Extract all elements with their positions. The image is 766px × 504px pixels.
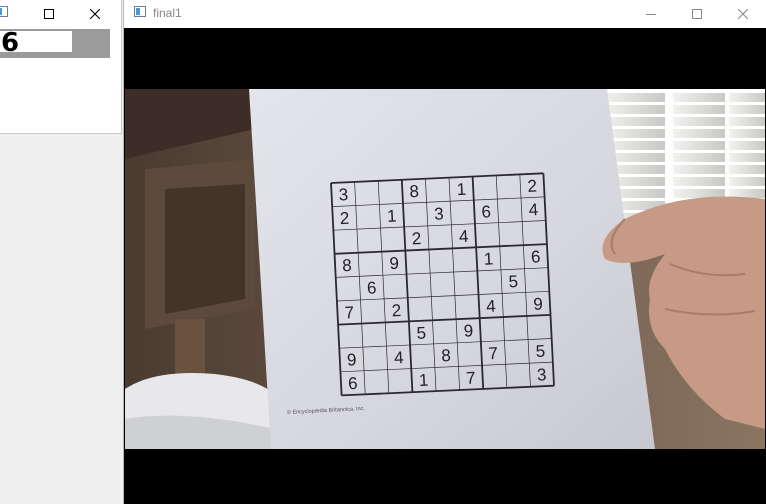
app-window-icon — [134, 6, 146, 17]
sudoku-digit: 7 — [344, 303, 354, 322]
digit-preview-window: 6 — [0, 0, 122, 134]
sudoku-digit: 5 — [535, 342, 545, 361]
camera-scene: 3 8 1 22 1 3 6 42 48 9 1 66 57 2 4 95 99 4 8 7 56 1 7 3 © Encyc… — [125, 89, 765, 449]
sudoku-digit: 1 — [387, 207, 397, 226]
sudoku-digit: 9 — [346, 350, 356, 369]
sudoku-digit: 2 — [339, 209, 349, 228]
blind-slat — [729, 93, 765, 102]
maximize-icon — [692, 8, 702, 19]
blind-slat — [673, 129, 725, 138]
sudoku-digit: 9 — [533, 294, 543, 313]
digit-canvas: 6 — [0, 29, 72, 57]
blind-slat — [673, 117, 725, 126]
sudoku-digit: 4 — [459, 227, 469, 246]
blind-slat — [673, 153, 725, 162]
maximize-button[interactable] — [674, 0, 720, 27]
blind-slat — [603, 117, 665, 126]
maximize-icon — [44, 8, 54, 19]
close-icon — [90, 8, 100, 19]
minimize-button[interactable] — [628, 0, 674, 27]
title-bar[interactable]: final1 — [124, 0, 766, 27]
blind-slat — [673, 141, 725, 150]
sudoku-digit: 8 — [342, 256, 352, 275]
blind-slat — [729, 165, 765, 174]
sudoku-digit: 1 — [456, 180, 466, 199]
sudoku-digit: 6 — [367, 278, 377, 297]
sudoku-digit: 5 — [416, 323, 426, 342]
maximize-button[interactable] — [26, 0, 72, 27]
sudoku-digit: 4 — [394, 348, 404, 367]
doorway-shadow — [165, 184, 245, 314]
sudoku-digit: 3 — [338, 185, 348, 204]
sudoku-digit: 1 — [483, 249, 493, 268]
close-icon — [738, 8, 748, 19]
window-title: final1 — [153, 6, 182, 20]
paper-sheet — [249, 89, 655, 449]
sudoku-digit: 2 — [527, 176, 537, 195]
blind-slat — [729, 129, 765, 138]
sudoku-digit: 9 — [463, 321, 473, 340]
blind-slat — [729, 141, 765, 150]
blind-slat — [729, 117, 765, 126]
sudoku-digit: 3 — [434, 204, 444, 223]
sudoku-digit: 1 — [418, 371, 428, 390]
minimize-icon — [646, 13, 656, 15]
video-display: 38122136424891665724959948756173 © Encyc… — [124, 28, 766, 504]
sudoku-digit: 7 — [488, 344, 498, 363]
sudoku-digit: 3 — [536, 365, 546, 384]
sudoku-digit: 6 — [348, 374, 358, 393]
blind-slat — [673, 165, 725, 174]
close-button[interactable] — [720, 0, 766, 27]
blind-slat — [729, 177, 765, 186]
blind-slat — [673, 105, 725, 114]
sudoku-digit: 7 — [466, 368, 476, 387]
furniture — [175, 319, 205, 379]
sudoku-digit: 6 — [481, 202, 491, 221]
blind-slat — [673, 93, 725, 102]
sudoku-digit: 9 — [389, 254, 399, 273]
camera-frame: 38122136424891665724959948756173 © Encyc… — [125, 89, 765, 449]
sudoku-digit: 5 — [508, 272, 518, 291]
blind-slat — [603, 93, 665, 102]
blind-slat — [603, 105, 665, 114]
blind-slat — [673, 177, 725, 186]
sudoku-digit: 2 — [411, 229, 421, 248]
sudoku-digit: 2 — [391, 301, 401, 320]
camera-window: final1 3 8 1 2 2 1 3 6 4 2 4 8 9 1 6 6 5… — [123, 0, 766, 504]
sudoku-digit: 4 — [528, 200, 538, 219]
digit-image: 6 — [0, 29, 110, 58]
blind-slat — [729, 105, 765, 114]
sudoku-digit: 4 — [486, 297, 496, 316]
blind-slat — [729, 153, 765, 162]
close-button[interactable] — [72, 0, 118, 27]
title-bar[interactable] — [0, 0, 121, 27]
sudoku-digit: 8 — [409, 182, 419, 201]
app-window-icon — [0, 6, 8, 17]
sudoku-digit: 8 — [441, 346, 451, 365]
recognized-digit: 6 — [1, 28, 20, 58]
sudoku-digit: 6 — [531, 247, 541, 266]
